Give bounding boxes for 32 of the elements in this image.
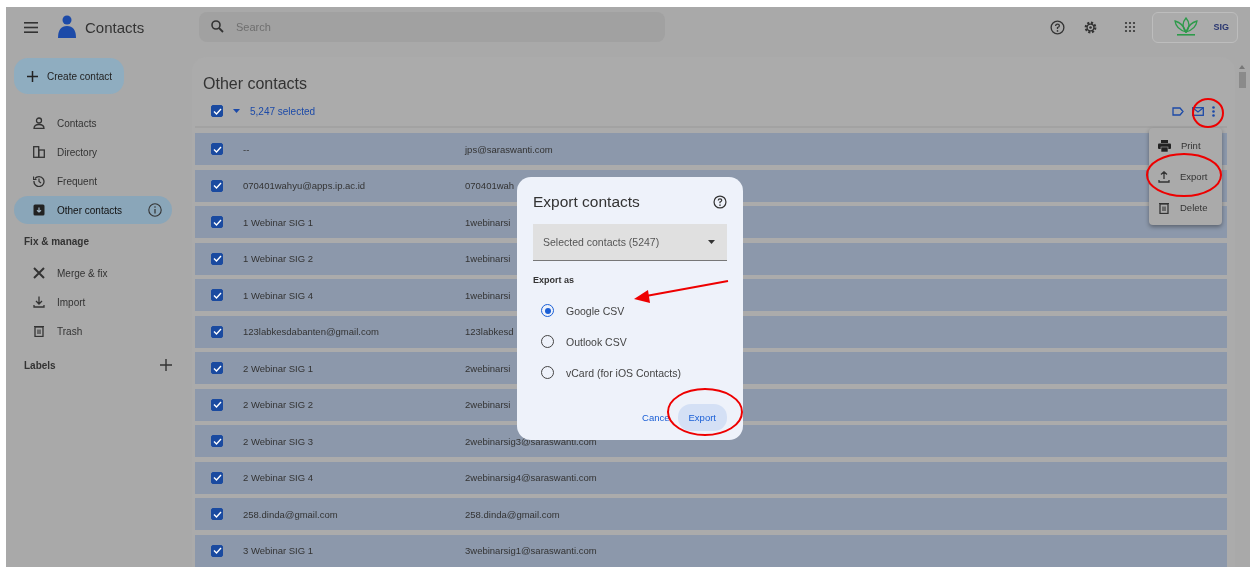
contact-email: 123labkesd: [465, 326, 514, 337]
dialog-title: Export contacts: [533, 193, 640, 211]
page-title: Other contacts: [202, 75, 309, 93]
contact-name: 1 Webinar SIG 1: [243, 216, 315, 228]
contact-email: 1webinarsi: [465, 289, 511, 301]
contact-email: 070401wah: [465, 180, 515, 191]
contact-name: 123labkesdabanten@gmail.com: [243, 326, 380, 337]
contact-email: 2webinarsi: [465, 399, 511, 410]
contact-email: 1webinarsi: [465, 216, 511, 228]
contact-email: jps@saraswanti.com: [465, 143, 553, 155]
contact-name: 2 Webinar SIG 3: [243, 435, 315, 447]
contact-email: 258.dinda@gmail.com: [465, 508, 560, 520]
contact-name: 258.dinda@gmail.com: [243, 508, 339, 520]
contact-email: 1webinarsi: [465, 253, 511, 264]
contact-name: --: [243, 143, 251, 155]
contact-name: 2 Webinar SIG 1: [243, 362, 315, 374]
section-label: Export as: [533, 275, 575, 285]
contact-name: 3 Webinar SIG 1: [243, 545, 315, 556]
section-title: Fix & manage: [23, 235, 91, 249]
contact-name: 070401wahyu@apps.ip.ac.id: [243, 180, 367, 191]
app-title: Contacts: [85, 18, 146, 36]
contact-name: 1 Webinar SIG 4: [243, 289, 315, 301]
contact-email: 2webinarsi: [465, 362, 511, 374]
contact-name: 1 Webinar SIG 2: [243, 253, 315, 264]
contact-name: 2 Webinar SIG 2: [243, 399, 315, 410]
account-label: SIG: [1213, 22, 1229, 32]
contact-email: 3webinarsig1@saraswanti.com: [465, 545, 597, 556]
section-title: Labels: [24, 359, 56, 371]
contact-email: 2webinarsig3@saraswanti.com: [465, 435, 597, 447]
contact-email: 2webinarsig4@saraswanti.com: [465, 472, 597, 483]
selection-count: 5,247 selected: [250, 105, 316, 117]
contact-name: 2 Webinar SIG 4: [243, 472, 315, 483]
